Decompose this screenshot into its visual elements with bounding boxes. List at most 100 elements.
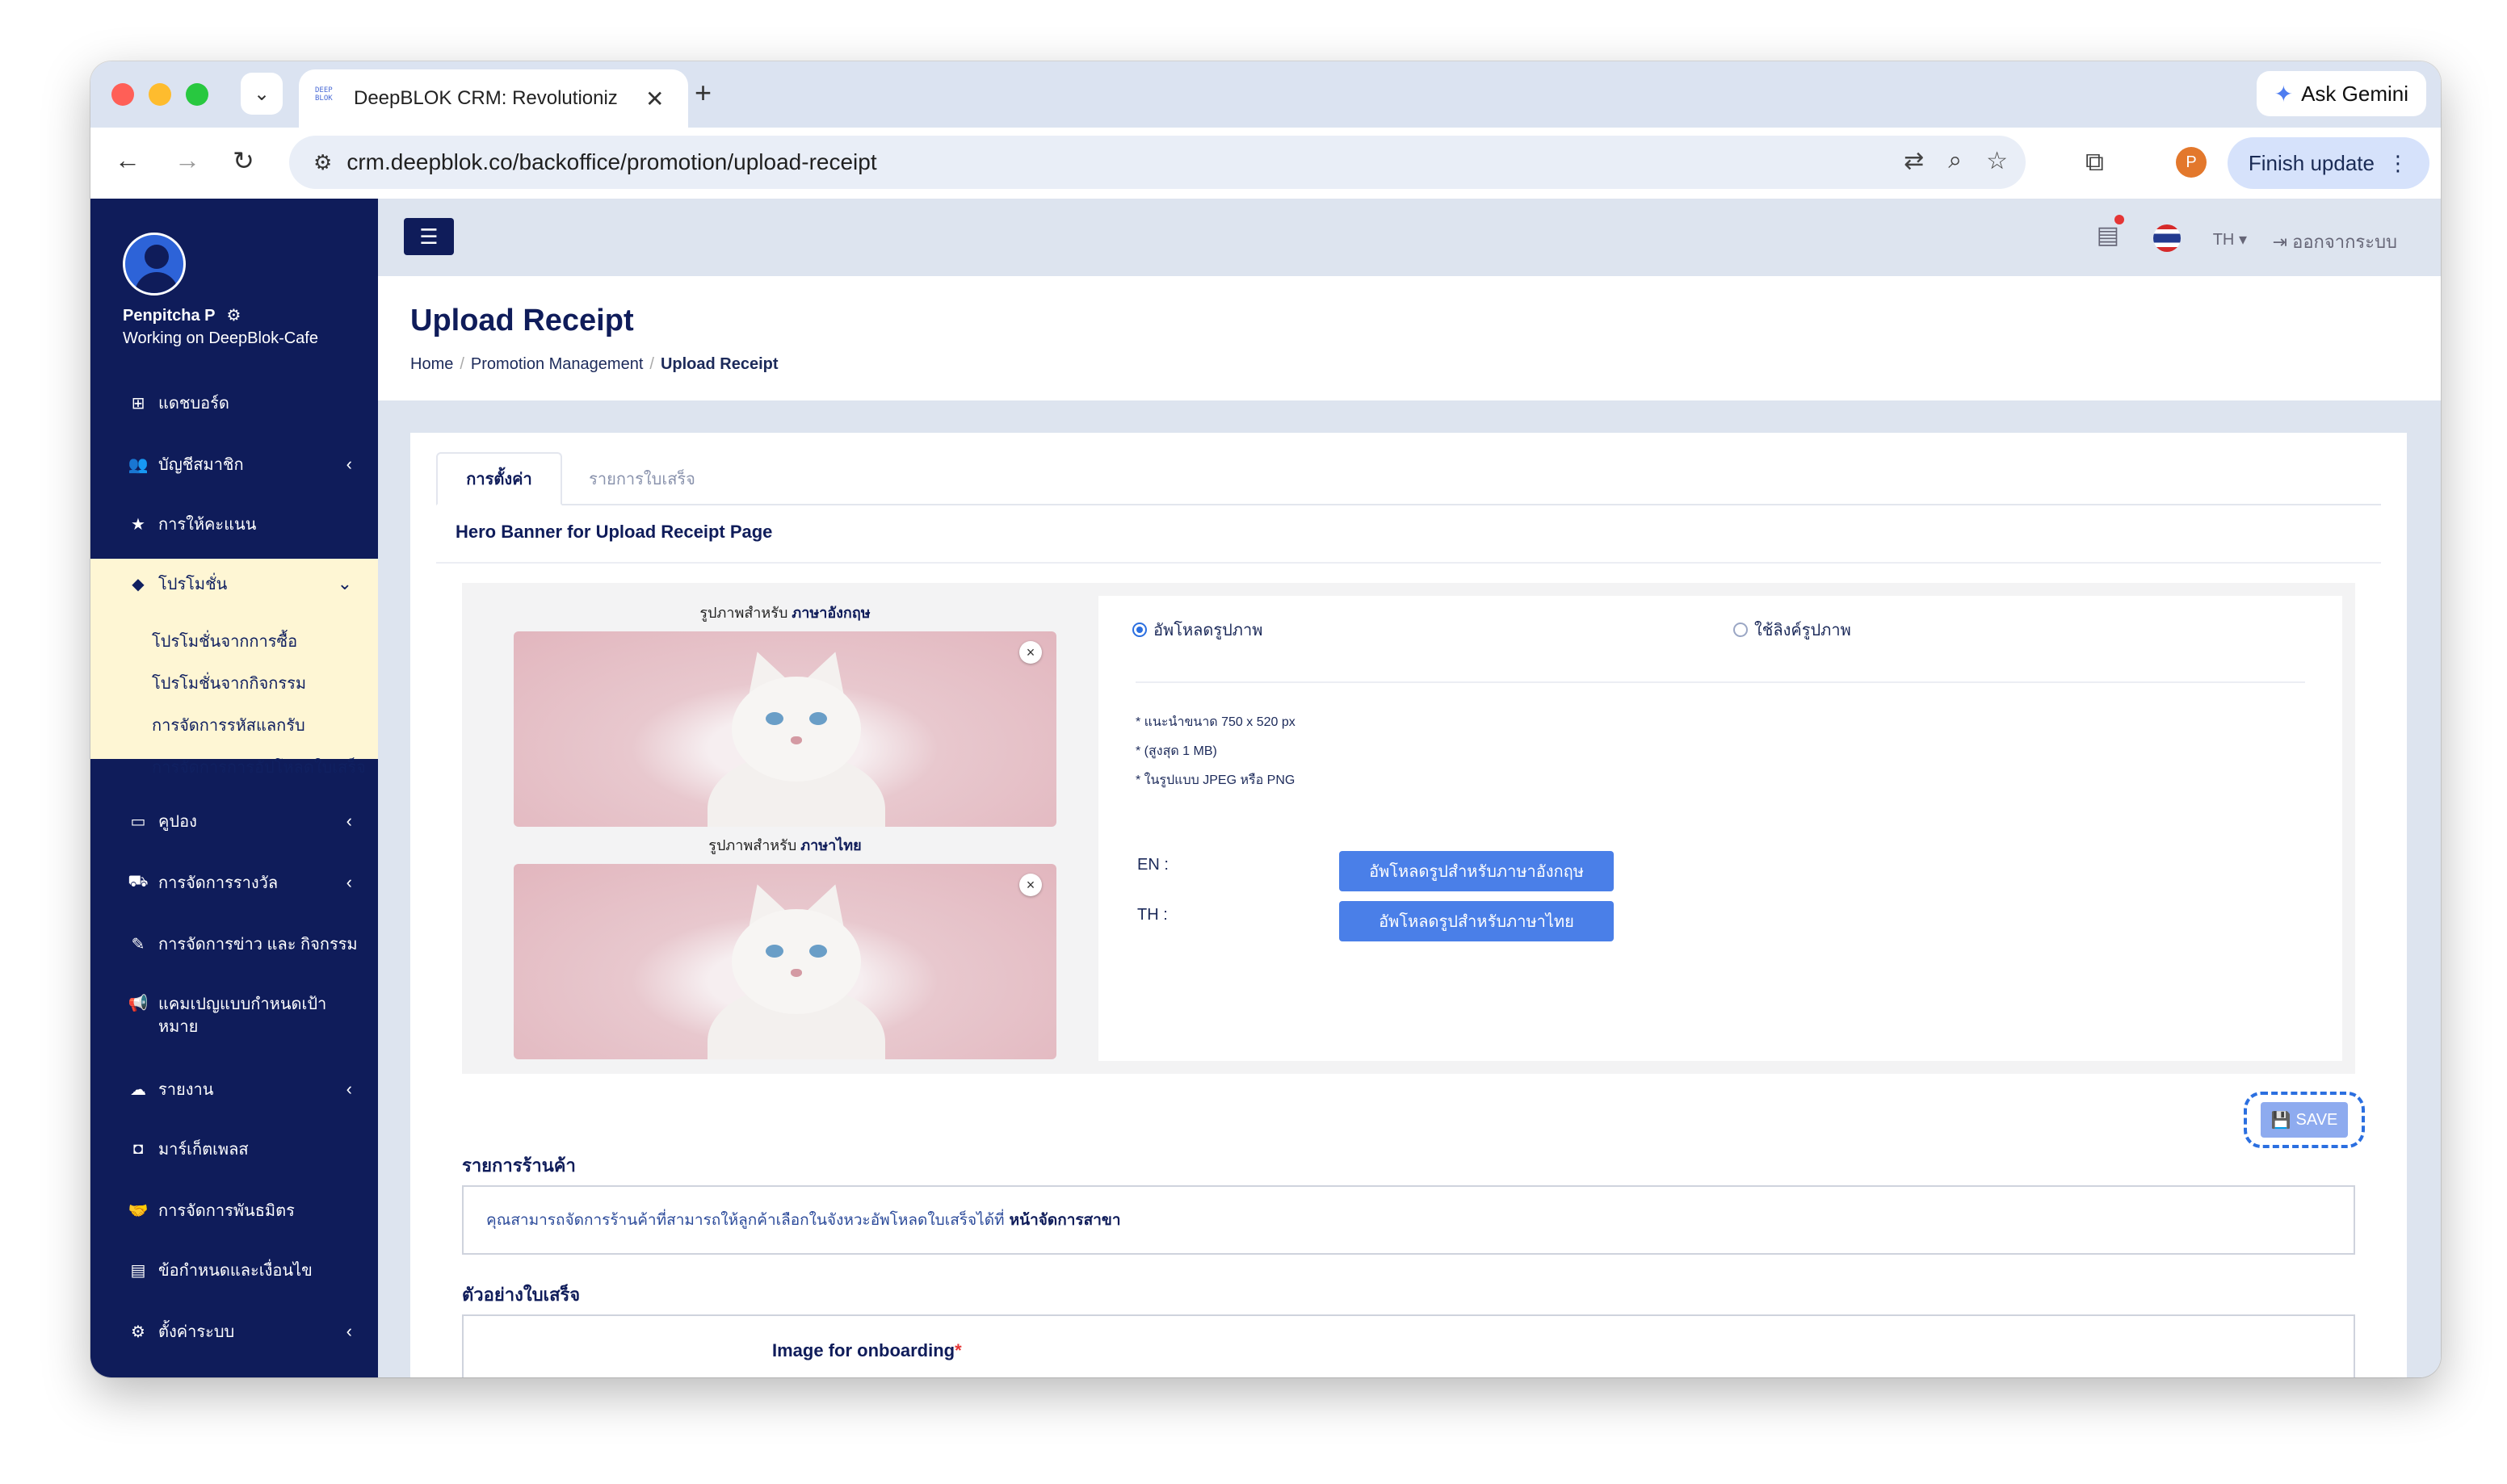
sidebar-item-label: ตั้งค่าระบบ <box>158 1323 235 1341</box>
maximize-window-button[interactable] <box>186 83 208 106</box>
branch-management-link[interactable]: หน้าจัดการสาขา <box>1010 1208 1121 1232</box>
tab-receipt-list[interactable]: รายการใบเสร็จ <box>582 452 703 505</box>
page-header: Upload Receipt Home / Promotion Management… <box>378 276 2441 400</box>
tag-icon: ◆ <box>132 575 145 593</box>
sidebar-item-terms[interactable]: ▤ ข้อกำหนดและเงื่อนไข <box>90 1245 378 1295</box>
image-en-label: รูปภาพสำหรับ ภาษาอังกฤษ <box>514 601 1056 624</box>
en-label: EN : <box>1137 856 1169 874</box>
tab-close-icon[interactable]: ✕ <box>645 86 664 112</box>
radio-checked-icon[interactable] <box>1132 623 1147 637</box>
chevron-left-icon: ‹ <box>346 872 352 892</box>
radio-link-image[interactable]: ใช้ลิงค์รูปภาพ <box>1733 617 1851 643</box>
stores-info-text: คุณสามารถจัดการร้านค้าที่สามารถให้ลูกค้า… <box>486 1212 1005 1229</box>
sidebar-item-settings[interactable]: ⚙ ตั้งค่าระบบ ‹ <box>90 1306 378 1356</box>
hero-image-en: × <box>514 631 1056 827</box>
hint-format: * ในรูปแบบ JPEG หรือ PNG <box>1136 773 1295 787</box>
language-selector[interactable]: TH ▾ <box>2213 229 2247 249</box>
sidebar-item-members[interactable]: 👥 บัญชีสมาชิก ‹ <box>90 439 378 489</box>
sidebar-item-label: แคมเปญแบบกำหนดเป้าหมาย <box>158 996 327 1036</box>
sidebar-item-report[interactable]: ☁ รายงาน ‹ <box>90 1064 378 1114</box>
gear-icon: ⚙ <box>131 1323 145 1341</box>
site-settings-icon[interactable]: ⚙ <box>313 150 332 175</box>
remove-image-en-icon[interactable]: × <box>1019 641 1042 664</box>
radio-upload-image[interactable]: อัพโหลดรูปภาพ <box>1132 617 1262 643</box>
sidebar-item-marketplace[interactable]: ◘ มาร์เก็ตเพลส <box>90 1124 378 1174</box>
sidebar-item-news[interactable]: ✎ การจัดการข่าว และ กิจกรรม <box>90 919 378 969</box>
file-icon: ▤ <box>130 1261 146 1280</box>
news-icon[interactable]: ▤ <box>2097 221 2119 249</box>
sidebar-item-label: มาร์เก็ตเพลส <box>158 1141 249 1159</box>
save-focus-ring: 💾 SAVE <box>2244 1092 2365 1148</box>
browser-tab-active[interactable]: DEEP BLOK DeepBLOK CRM: Revolutioniz ✕ <box>299 69 688 128</box>
image-th-label: รูปภาพสำหรับ ภาษาไทย <box>514 833 1056 857</box>
save-button[interactable]: 💾 SAVE <box>2261 1102 2348 1138</box>
breadcrumb-home[interactable]: Home <box>410 355 453 373</box>
close-window-button[interactable] <box>111 83 134 106</box>
reload-icon[interactable]: ↻ <box>233 145 254 176</box>
logout-link[interactable]: ⇥ ออกจากระบบ <box>2273 228 2397 256</box>
upload-en-image-button[interactable]: อัพโหลดรูปสำหรับภาษาอังกฤษ <box>1339 851 1614 891</box>
upload-options-panel: อัพโหลดรูปภาพ ใช้ลิงค์รูปภาพ * แนะนำขนาด… <box>1098 596 2342 1061</box>
receipt-example-title: ตัวอย่างใบเสร็จ <box>462 1285 581 1305</box>
logout-label: ออกจากระบบ <box>2292 232 2397 252</box>
back-arrow-icon[interactable]: ← <box>115 145 141 175</box>
submenu-item-purchase-promotion[interactable]: โปรโมชั่นจากการซื้อ <box>152 628 297 654</box>
submenu-item-redeem-code[interactable]: การจัดการรหัสแลกรับ <box>152 712 305 738</box>
forward-arrow-icon[interactable]: → <box>174 145 200 175</box>
breadcrumb-promotion[interactable]: Promotion Management <box>471 355 643 373</box>
zoom-icon[interactable]: ⌕ <box>1948 147 1962 175</box>
profile-avatar[interactable]: P <box>2176 147 2207 178</box>
upload-th-image-button[interactable]: อัพโหลดรูปสำหรับภาษาไทย <box>1339 901 1614 941</box>
remove-image-th-icon[interactable]: × <box>1019 874 1042 896</box>
image-en-label-lang: ภาษาอังกฤษ <box>792 605 871 621</box>
minimize-window-button[interactable] <box>149 83 171 106</box>
submenu-item-activity-promotion[interactable]: โปรโมชั่นจากกิจกรรม <box>152 670 306 696</box>
browser-window: ⌄ DEEP BLOK DeepBLOK CRM: Revolutioniz ✕… <box>90 61 2441 1377</box>
hint-size: * แนะนำขนาด 750 x 520 px <box>1136 715 1295 729</box>
sidebar-item-promotion[interactable]: ◆ โปรโมชั่น ⌄ <box>90 559 378 609</box>
sidebar-item-label: โปรโมชั่น <box>158 576 228 593</box>
ask-gemini-button[interactable]: ✦ Ask Gemini <box>2256 71 2426 116</box>
translate-icon[interactable]: ⇄ <box>1904 147 1924 175</box>
chevron-left-icon: ‹ <box>346 454 352 474</box>
sidebar-item-coupon[interactable]: ▭ คูปอง ‹ <box>90 796 378 846</box>
finish-update-button[interactable]: Finish update ⋮ <box>2227 137 2429 189</box>
edit-icon: ✎ <box>131 935 145 954</box>
required-mark: * <box>955 1340 962 1360</box>
divider <box>436 562 2381 564</box>
bookmark-star-icon[interactable]: ☆ <box>1986 147 2008 175</box>
language-label: TH <box>2212 231 2235 249</box>
radio-unchecked-icon[interactable] <box>1733 623 1748 637</box>
tab-search-chevron-icon[interactable]: ⌄ <box>241 73 283 115</box>
cat-image <box>708 877 885 1059</box>
submenu-item-upload-receipt[interactable]: การจัดการการอัปโหลดใบเสร็จ <box>152 754 366 780</box>
extensions-puzzle-icon[interactable]: ⧉ <box>2085 147 2104 178</box>
sidebar-item-dashboard[interactable]: ⊞ แดชบอร์ด <box>90 378 378 428</box>
sidebar-item-partner[interactable]: 🤝 การจัดการพันธมิตร <box>90 1185 378 1235</box>
cloud-download-icon: ☁ <box>130 1080 146 1099</box>
finish-update-label: Finish update <box>2248 150 2375 175</box>
users-icon: 👥 <box>128 455 149 474</box>
shopping-bag-icon: ◘ <box>132 1139 144 1158</box>
image-th-label-lang: ภาษาไทย <box>800 837 862 853</box>
thai-flag-icon[interactable] <box>2153 224 2181 252</box>
page-title: Upload Receipt <box>410 304 634 337</box>
user-settings-gear-icon[interactable]: ⚙ <box>226 307 241 325</box>
sidebar-item-label: บัญชีสมาชิก <box>158 456 244 474</box>
hero-image-th: × <box>514 864 1056 1059</box>
tab-settings[interactable]: การตั้งค่า <box>436 452 562 505</box>
sidebar-item-points[interactable]: ★ การให้คะแนน <box>90 499 378 549</box>
promotion-submenu: โปรโมชั่นจากการซื้อ โปรโมชั่นจากกิจกรรม … <box>90 609 378 777</box>
settings-tabs: การตั้งค่า รายการใบเสร็จ <box>436 452 2381 505</box>
sidebar-item-rewards[interactable]: ⛟ การจัดการรางวัล ‹ <box>90 857 378 908</box>
sidebar-item-campaign[interactable]: 📢 แคมเปญแบบกำหนดเป้าหมาย <box>90 982 378 1046</box>
breadcrumb-current: Upload Receipt <box>660 355 779 373</box>
app-topbar: ☰ ▤ TH ▾ ⇥ ออกจากระบบ <box>378 199 2441 276</box>
ask-gemini-label: Ask Gemini <box>2301 81 2408 106</box>
address-bar[interactable]: ⚙ crm.deepblok.co/backoffice/promotion/u… <box>289 136 2026 189</box>
user-avatar[interactable] <box>123 233 186 296</box>
url-text[interactable]: crm.deepblok.co/backoffice/promotion/upl… <box>346 149 876 175</box>
menu-toggle-button[interactable]: ☰ <box>404 218 454 255</box>
new-tab-plus-icon[interactable]: + <box>695 76 712 110</box>
browser-tab-bar: ⌄ DEEP BLOK DeepBLOK CRM: Revolutioniz ✕… <box>90 61 2441 128</box>
